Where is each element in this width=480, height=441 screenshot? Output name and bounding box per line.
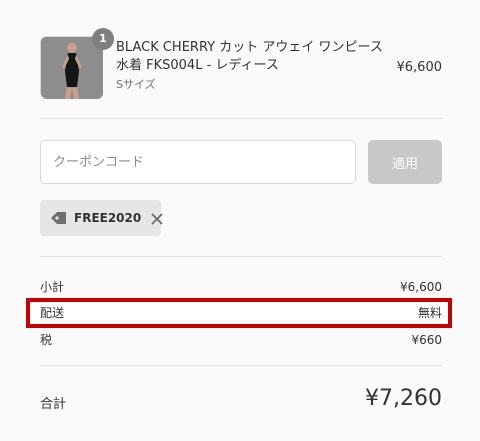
remove-coupon-icon[interactable] bbox=[150, 211, 164, 225]
apply-coupon-button[interactable]: 適用 bbox=[368, 140, 442, 184]
line-item: 1 BLACK CHERRY カット アウェイ ワンピース 水着 FKS004L… bbox=[40, 28, 443, 99]
shipping-label: 配送 bbox=[40, 306, 65, 320]
product-thumbnail: 1 bbox=[40, 28, 114, 99]
total-value: ¥7,260 bbox=[365, 386, 442, 411]
coupon-code-input[interactable] bbox=[40, 140, 356, 184]
subtotal-value: ¥6,600 bbox=[400, 280, 442, 294]
divider bbox=[40, 365, 442, 366]
product-variant: Sサイズ bbox=[116, 78, 156, 91]
shipping-row: 配送 無料 bbox=[40, 303, 442, 323]
divider bbox=[40, 118, 442, 119]
tax-row: 税 ¥660 bbox=[40, 330, 442, 350]
product-price: ¥6,600 bbox=[396, 60, 443, 75]
tag-icon bbox=[50, 210, 68, 226]
divider bbox=[40, 256, 442, 257]
total-label: 合計 bbox=[40, 397, 67, 412]
tax-label: 税 bbox=[40, 333, 53, 347]
tax-value: ¥660 bbox=[411, 333, 442, 347]
subtotal-label: 小計 bbox=[40, 280, 65, 294]
coupon-code: FREE2020 bbox=[74, 211, 142, 225]
subtotal-row: 小計 ¥6,600 bbox=[40, 277, 442, 297]
shipping-value: 無料 bbox=[417, 306, 442, 320]
quantity-badge: 1 bbox=[92, 28, 114, 50]
applied-coupon-chip: FREE2020 bbox=[40, 200, 164, 236]
product-title: BLACK CHERRY カット アウェイ ワンピース 水着 FKS004L -… bbox=[116, 40, 383, 73]
